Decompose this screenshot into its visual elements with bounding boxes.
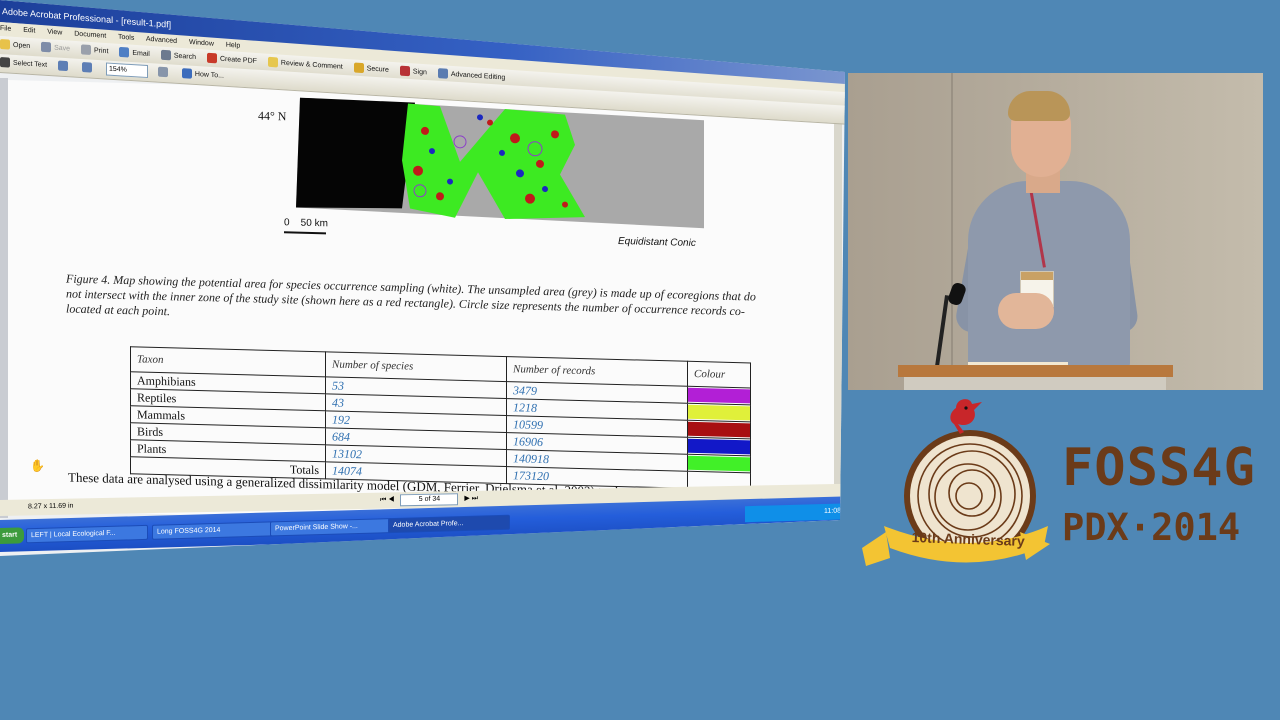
taskbar-item[interactable]: LEFT | Local Ecological F... xyxy=(26,524,148,544)
help-icon xyxy=(181,68,192,79)
figure-caption: Figure 4. Map showing the potential area… xyxy=(66,271,756,319)
foss4g-logo-icon: 10th Anniversary xyxy=(862,399,1050,566)
menu-help[interactable]: Help xyxy=(226,42,240,50)
scale-bar: 0 50 km xyxy=(284,217,328,235)
table-header: Colour xyxy=(687,361,751,388)
species-table: Taxon Number of species Number of record… xyxy=(130,346,751,490)
zoom-level-field[interactable]: 154% xyxy=(105,62,148,78)
first-page-icon[interactable]: ⏮ xyxy=(380,497,386,504)
print-label: Print xyxy=(94,47,109,56)
presenter-hands xyxy=(998,293,1054,329)
review-comment-label: Review & Comment xyxy=(280,59,343,71)
how-to-button[interactable]: How To... xyxy=(181,65,224,86)
start-button[interactable]: start xyxy=(0,527,24,544)
search-icon xyxy=(160,49,171,61)
zoom-in-button[interactable] xyxy=(58,58,71,77)
wall-panel-seam xyxy=(951,73,953,390)
taskbar-item-active[interactable]: Adobe Acrobat Profe... xyxy=(388,514,510,534)
open-button[interactable]: Open xyxy=(0,36,30,56)
menu-document[interactable]: Document xyxy=(74,30,106,39)
comment-icon xyxy=(267,56,278,68)
colour-swatch xyxy=(688,421,750,438)
menu-window[interactable]: Window xyxy=(189,39,214,48)
presenter-video xyxy=(848,73,1263,390)
pen-icon xyxy=(399,65,410,77)
projection-label: Equidistant Conic xyxy=(618,235,696,250)
rotate-icon xyxy=(157,66,168,78)
colour-swatch xyxy=(688,404,750,421)
menu-advanced[interactable]: Advanced xyxy=(146,36,177,45)
colour-swatch-cell xyxy=(687,420,751,439)
menu-view[interactable]: View xyxy=(47,28,62,36)
colour-swatch-cell xyxy=(687,454,751,473)
menu-tools[interactable]: Tools xyxy=(118,34,134,42)
previous-page-icon[interactable]: ◀ xyxy=(388,496,394,503)
projected-screen: 44° N 0 50 km Equidistant Conic Figure 4… xyxy=(0,0,845,556)
secure-label: Secure xyxy=(366,65,389,74)
page-counter[interactable]: 5 of 34 xyxy=(400,493,459,507)
event-wordmark: FOSS4G PDX·2014 xyxy=(1062,438,1272,552)
create-pdf-icon xyxy=(206,52,217,64)
scale-bar-line xyxy=(284,231,326,235)
podium-top xyxy=(898,365,1173,377)
text-cursor-icon xyxy=(0,57,10,68)
colour-swatch-cell xyxy=(687,437,751,456)
rotate-button[interactable] xyxy=(157,64,171,83)
open-label: Open xyxy=(13,41,31,51)
clock: 11:08 xyxy=(824,507,841,515)
advanced-editing-label: Advanced Editing xyxy=(450,70,506,82)
open-folder-icon xyxy=(0,39,10,50)
colour-swatch-cell xyxy=(687,403,751,422)
vertical-scrollbar[interactable] xyxy=(834,120,842,510)
lock-icon xyxy=(353,62,364,74)
podium xyxy=(904,377,1166,390)
colour-swatch xyxy=(688,387,750,404)
create-pdf-label: Create PDF xyxy=(219,55,257,66)
colour-swatch xyxy=(688,438,750,455)
page-size-readout: 8.27 x 11.69 in xyxy=(28,502,74,511)
species-occurrence-map xyxy=(296,97,704,229)
save-icon xyxy=(41,41,52,53)
zoom-out-icon xyxy=(82,62,93,73)
taskbar-item[interactable]: Long FOSS4G 2014 xyxy=(152,521,274,540)
microphone-stand xyxy=(935,295,949,367)
presenter-hair xyxy=(1008,91,1070,121)
menu-edit[interactable]: Edit xyxy=(23,27,35,35)
hand-tool-icon[interactable]: ✋ xyxy=(30,459,45,473)
system-tray: 11:08 xyxy=(745,503,845,523)
sign-label: Sign xyxy=(412,68,427,77)
email-label: Email xyxy=(132,49,150,58)
zoom-out-button[interactable] xyxy=(82,59,95,78)
scale-bar-label: 0 50 km xyxy=(284,217,328,230)
taskbar-item[interactable]: PowerPoint Slide Show -... xyxy=(270,518,392,537)
next-page-icon[interactable]: ▶ xyxy=(464,495,469,502)
email-icon xyxy=(119,47,130,58)
printer-icon xyxy=(81,44,91,56)
save-label: Save xyxy=(54,44,71,53)
save-button[interactable]: Save xyxy=(41,39,70,59)
menu-file[interactable]: File xyxy=(0,25,11,33)
table-body: Amphibians 53 3479 Reptiles 43 1218 Mamm… xyxy=(130,371,751,490)
event-name: FOSS4G xyxy=(1062,438,1256,498)
magnifier-icon xyxy=(58,60,69,72)
pdf-page: 44° N 0 50 km Equidistant Conic Figure 4… xyxy=(8,80,838,532)
colour-swatch xyxy=(688,455,750,472)
event-location: PDX·2014 xyxy=(1062,506,1241,549)
left-navigation-rail xyxy=(0,78,8,518)
colour-swatch-cell xyxy=(687,386,751,405)
last-page-icon[interactable]: ⏭ xyxy=(472,495,478,502)
badge-stripe xyxy=(1021,272,1053,280)
search-label: Search xyxy=(173,52,197,62)
select-text-tool[interactable]: Select Text xyxy=(0,54,47,75)
advanced-editing-icon xyxy=(437,68,448,79)
latitude-label: 44° N xyxy=(258,108,287,124)
select-text-label: Select Text xyxy=(13,59,48,69)
how-to-label: How To... xyxy=(194,70,224,80)
page-navigation: ⏮ ◀ 5 of 34 ▶ ⏭ xyxy=(380,491,478,509)
